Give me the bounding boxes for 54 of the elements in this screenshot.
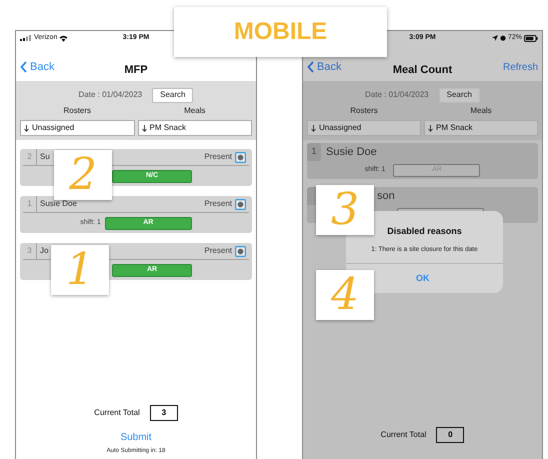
student-name: Susie Doe: [40, 198, 77, 210]
chevron-left-icon: [307, 61, 314, 73]
status-label: Present: [204, 245, 232, 257]
annotation-number: 1: [51, 245, 109, 295]
down-arrow-icon: [428, 124, 433, 132]
status-label: Present: [204, 151, 232, 163]
checkbox-icon: [235, 198, 246, 210]
down-arrow-icon: [142, 124, 146, 132]
screen-title: Meal Count: [392, 63, 452, 78]
row-number: 1: [23, 196, 37, 212]
row-number: 3: [23, 243, 37, 259]
total-label: Current Total: [380, 429, 426, 441]
search-button[interactable]: Search: [152, 88, 194, 102]
field-label: Rosters: [349, 105, 379, 117]
date-label: Date : 01/04/2023: [78, 89, 142, 101]
dropdown-field[interactable]: PM Snack: [138, 120, 252, 136]
location-icon: [492, 35, 498, 41]
banner-title: MOBILE: [174, 7, 387, 57]
annotation-number: 4: [316, 270, 374, 320]
row-number: 1: [307, 143, 321, 161]
back-button[interactable]: Back: [307, 58, 342, 76]
total-label: Current Total: [94, 407, 140, 419]
back-button[interactable]: Back: [20, 58, 54, 76]
down-arrow-icon: [24, 124, 29, 132]
submit-button[interactable]: Submit: [120, 430, 152, 445]
refresh-button[interactable]: Refresh: [502, 60, 538, 74]
checkbox-icon: [235, 152, 246, 162]
battery-icon: [524, 34, 538, 42]
search-button[interactable]: Search: [438, 88, 480, 102]
wifi-icon: [59, 34, 68, 42]
annotation-number: 2: [54, 150, 112, 200]
student-name: Su: [40, 151, 50, 163]
dialog-title: Disabled reasons: [386, 225, 463, 238]
screen-title: MFP: [124, 63, 148, 78]
dropdown-field[interactable]: Unassigned: [20, 120, 134, 136]
student-name: Susie Doe: [326, 144, 377, 160]
field-label: Meals: [183, 105, 206, 117]
date-label: Date : 01/04/2023: [365, 89, 429, 101]
signal-icon: [20, 35, 32, 41]
status-label: Present: [204, 198, 232, 210]
row-number: 2: [23, 149, 37, 165]
dropdown-field[interactable]: PM Snack: [424, 120, 538, 136]
down-arrow-icon: [311, 124, 316, 132]
annotation-number: 3: [316, 185, 374, 235]
student-name: son: [377, 188, 395, 204]
field-label: Meals: [469, 105, 493, 117]
total-count: 3: [150, 405, 178, 421]
dropdown-field[interactable]: Unassigned: [307, 120, 421, 136]
ok-button[interactable]: OK: [376, 264, 503, 293]
student-name: Jo: [40, 245, 48, 257]
total-count: 0: [436, 427, 464, 443]
chevron-left-icon: [20, 61, 27, 73]
field-label: Rosters: [62, 105, 92, 117]
checkbox-icon: [235, 246, 246, 256]
